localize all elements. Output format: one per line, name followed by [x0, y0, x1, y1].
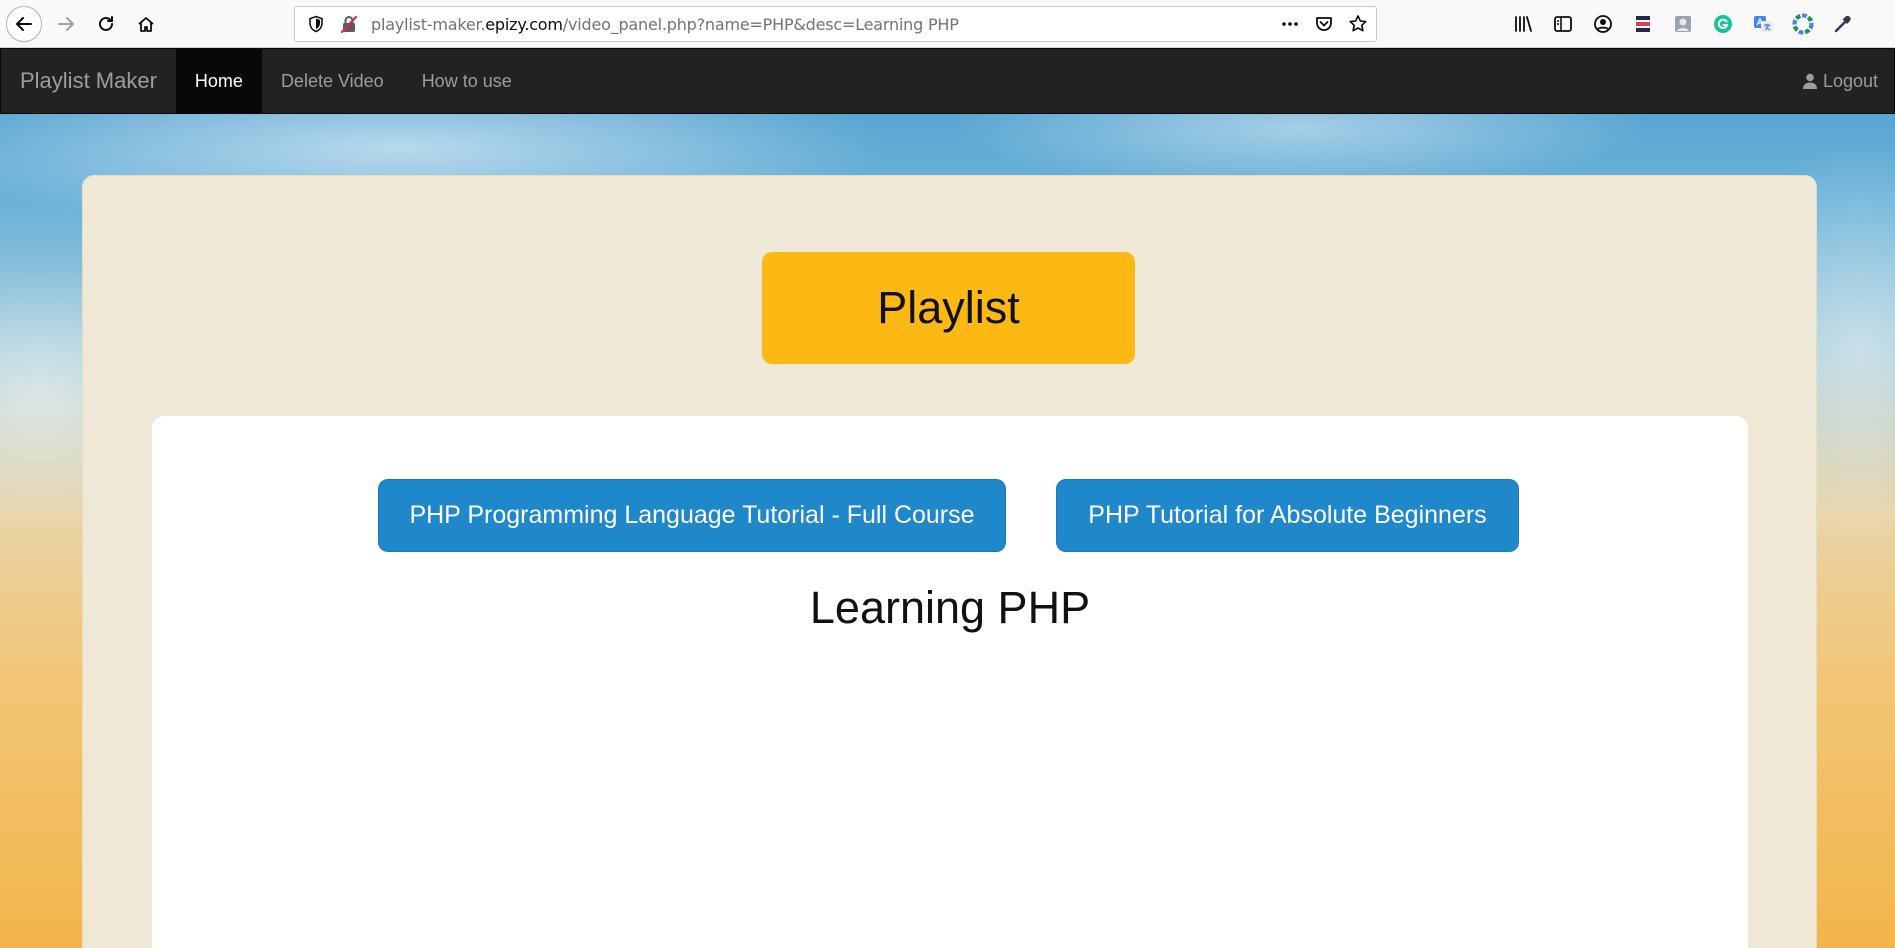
more-icon[interactable]	[1280, 14, 1300, 34]
url-domain: epizy.com	[485, 14, 563, 34]
video-button-full-course[interactable]: PHP Programming Language Tutorial - Full…	[378, 479, 1006, 552]
nav-home[interactable]: Home	[175, 49, 262, 113]
url-text[interactable]: playlist-maker.epizy.com/video_panel.php…	[371, 15, 959, 34]
playlist-panel: Playlist PHP Programming Language Tutori…	[82, 175, 1817, 948]
logout-link[interactable]: Logout	[1801, 49, 1894, 113]
bookmark-star-icon[interactable]	[1348, 14, 1368, 34]
forward-icon[interactable]	[48, 6, 84, 42]
eyedropper-icon[interactable]	[1830, 11, 1856, 37]
sidebar-icon[interactable]	[1550, 11, 1576, 37]
extension-profile-icon[interactable]	[1670, 11, 1696, 37]
account-icon[interactable]	[1590, 11, 1616, 37]
url-path: /video_panel.php?name=PHP&desc=Learning …	[562, 14, 959, 34]
user-icon	[1801, 72, 1819, 90]
video-button-beginners[interactable]: PHP Tutorial for Absolute Beginners	[1056, 479, 1519, 552]
extension-stack-icon[interactable]	[1630, 11, 1656, 37]
playlist-title: Playlist	[762, 252, 1135, 364]
browser-toolbar: playlist-maker.epizy.com/video_panel.php…	[0, 0, 1895, 48]
logout-label: Logout	[1822, 70, 1878, 91]
library-icon[interactable]	[1510, 11, 1536, 37]
home-icon[interactable]	[128, 6, 164, 42]
url-prefix: playlist-maker.	[371, 14, 486, 34]
toolbar-icons	[1510, 10, 1856, 38]
shield-icon[interactable]	[307, 15, 325, 33]
nav-how-to-use[interactable]: How to use	[403, 49, 531, 113]
reload-icon[interactable]	[88, 6, 124, 42]
page-viewport: Playlist Maker Home Delete Video How to …	[0, 48, 1895, 948]
insecure-lock-icon[interactable]	[339, 14, 359, 34]
grammarly-icon[interactable]	[1710, 11, 1736, 37]
translate-icon[interactable]	[1750, 11, 1776, 37]
back-icon[interactable]	[6, 6, 42, 42]
pocket-icon[interactable]	[1314, 14, 1334, 34]
navbar: Playlist Maker Home Delete Video How to …	[0, 48, 1895, 114]
color-wheel-icon[interactable]	[1790, 11, 1816, 37]
url-actions	[1280, 7, 1368, 41]
url-bar[interactable]: playlist-maker.epizy.com/video_panel.php…	[294, 6, 1377, 42]
video-card: PHP Programming Language Tutorial - Full…	[152, 416, 1748, 948]
navbar-brand[interactable]: Playlist Maker	[1, 49, 176, 113]
playlist-description: Learning PHP	[809, 582, 1091, 633]
nav-delete-video[interactable]: Delete Video	[262, 49, 403, 113]
